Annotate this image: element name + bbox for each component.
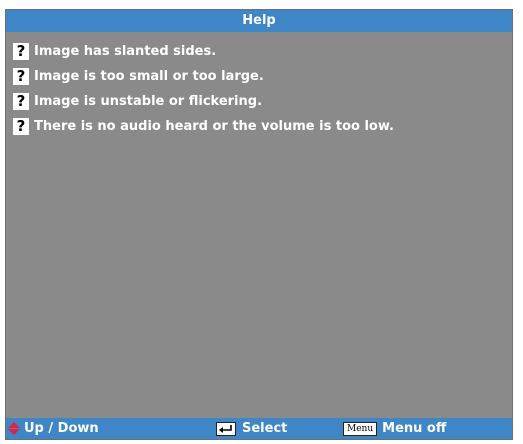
help-topic-label: Image is unstable or flickering. xyxy=(34,94,263,109)
help-topic-label: Image is too small or too large. xyxy=(34,69,264,84)
select-label: Select xyxy=(242,421,288,436)
question-icon: ? xyxy=(13,93,29,110)
help-topic-item[interactable]: ? There is no audio heard or the volume … xyxy=(13,117,505,136)
help-topic-label: There is no audio heard or the volume is… xyxy=(34,119,394,134)
help-topic-list: ? Image has slanted sides. ? Image is to… xyxy=(13,42,505,142)
question-icon: ? xyxy=(13,43,29,60)
updown-label: Up / Down xyxy=(24,421,99,436)
question-icon: ? xyxy=(13,68,29,85)
menuoff-hint: Menu Menu off xyxy=(343,418,446,439)
updown-hint: Up / Down xyxy=(8,418,99,439)
up-down-arrows-icon xyxy=(8,422,20,435)
menu-key-icon: Menu xyxy=(343,421,378,436)
panel-title: Help xyxy=(6,10,512,32)
question-icon: ? xyxy=(13,118,29,135)
select-hint: Select xyxy=(216,418,287,439)
help-topic-item[interactable]: ? Image has slanted sides. xyxy=(13,42,505,61)
help-topic-item[interactable]: ? Image is unstable or flickering. xyxy=(13,92,505,111)
menuoff-label: Menu off xyxy=(382,421,447,436)
help-topic-label: Image has slanted sides. xyxy=(34,44,217,59)
enter-key-icon xyxy=(216,421,236,436)
footer-bar: Up / Down Select Menu Menu off xyxy=(6,418,512,439)
help-panel: Help ? Image has slanted sides. ? Image … xyxy=(5,9,513,440)
help-topic-item[interactable]: ? Image is too small or too large. xyxy=(13,67,505,86)
